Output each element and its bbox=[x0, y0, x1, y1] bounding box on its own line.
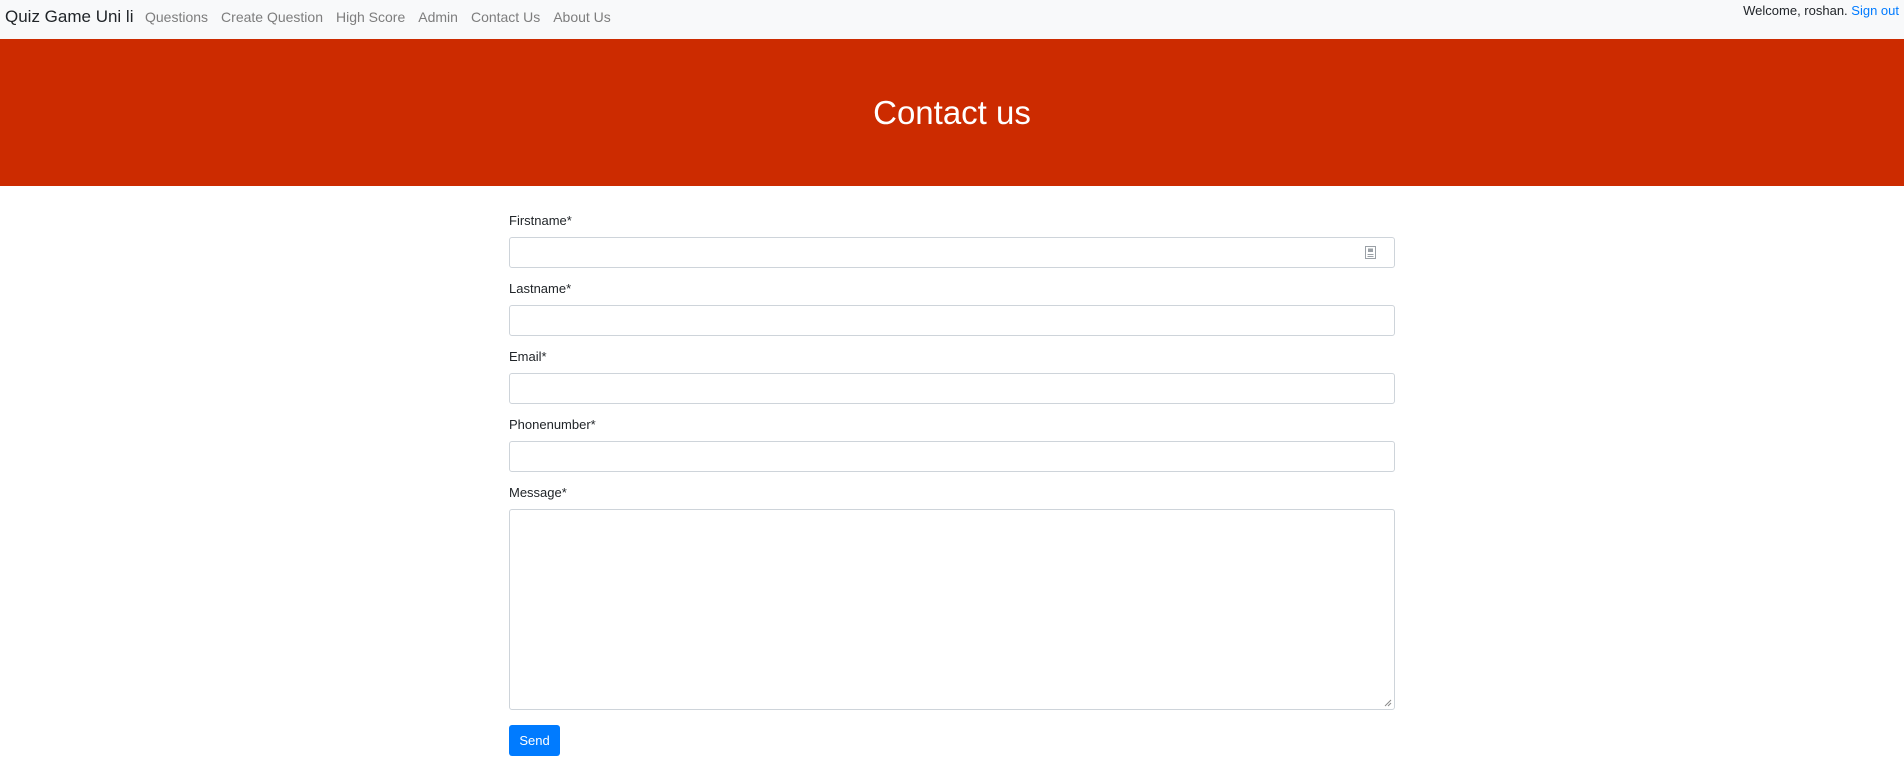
nav-link-contact-us[interactable]: Contact Us bbox=[471, 9, 540, 25]
page-title: Contact us bbox=[873, 93, 1031, 131]
firstname-group: Firstname* bbox=[509, 213, 1395, 268]
nav-link-questions[interactable]: Questions bbox=[145, 9, 208, 25]
nav-link-about-us[interactable]: About Us bbox=[553, 9, 611, 25]
email-group: Email* bbox=[509, 349, 1395, 404]
email-field[interactable] bbox=[509, 373, 1395, 404]
welcome-text: Welcome, roshan. bbox=[1743, 3, 1848, 18]
phone-group: Phonenumber* bbox=[509, 417, 1395, 472]
phone-label: Phonenumber* bbox=[509, 417, 596, 432]
navbar-brand[interactable]: Quiz Game Uni li bbox=[5, 7, 133, 27]
firstname-label: Firstname* bbox=[509, 213, 572, 228]
message-group: Message* bbox=[509, 485, 1395, 710]
send-button[interactable]: Send bbox=[509, 725, 560, 756]
phone-field[interactable] bbox=[509, 441, 1395, 472]
user-area: Welcome, roshan. Sign out bbox=[1743, 3, 1899, 18]
contact-form: Firstname* Lastname* Email* Phonenumber*… bbox=[509, 213, 1395, 723]
firstname-field[interactable] bbox=[509, 237, 1395, 268]
navbar: Quiz Game Uni li Questions Create Questi… bbox=[0, 0, 1904, 39]
lastname-field[interactable] bbox=[509, 305, 1395, 336]
resize-handle-icon[interactable] bbox=[1384, 699, 1392, 707]
nav-link-admin[interactable]: Admin bbox=[418, 9, 458, 25]
message-label: Message* bbox=[509, 485, 567, 500]
nav-link-high-score[interactable]: High Score bbox=[336, 9, 405, 25]
email-label: Email* bbox=[509, 349, 547, 364]
message-textarea[interactable] bbox=[509, 509, 1395, 710]
lastname-label: Lastname* bbox=[509, 281, 572, 296]
sign-out-link[interactable]: Sign out bbox=[1851, 3, 1899, 18]
lastname-group: Lastname* bbox=[509, 281, 1395, 336]
hero-banner: Contact us bbox=[0, 39, 1904, 186]
nav-links: Questions Create Question High Score Adm… bbox=[145, 9, 624, 25]
contact-card-icon[interactable] bbox=[1365, 246, 1376, 259]
nav-link-create-question[interactable]: Create Question bbox=[221, 9, 323, 25]
